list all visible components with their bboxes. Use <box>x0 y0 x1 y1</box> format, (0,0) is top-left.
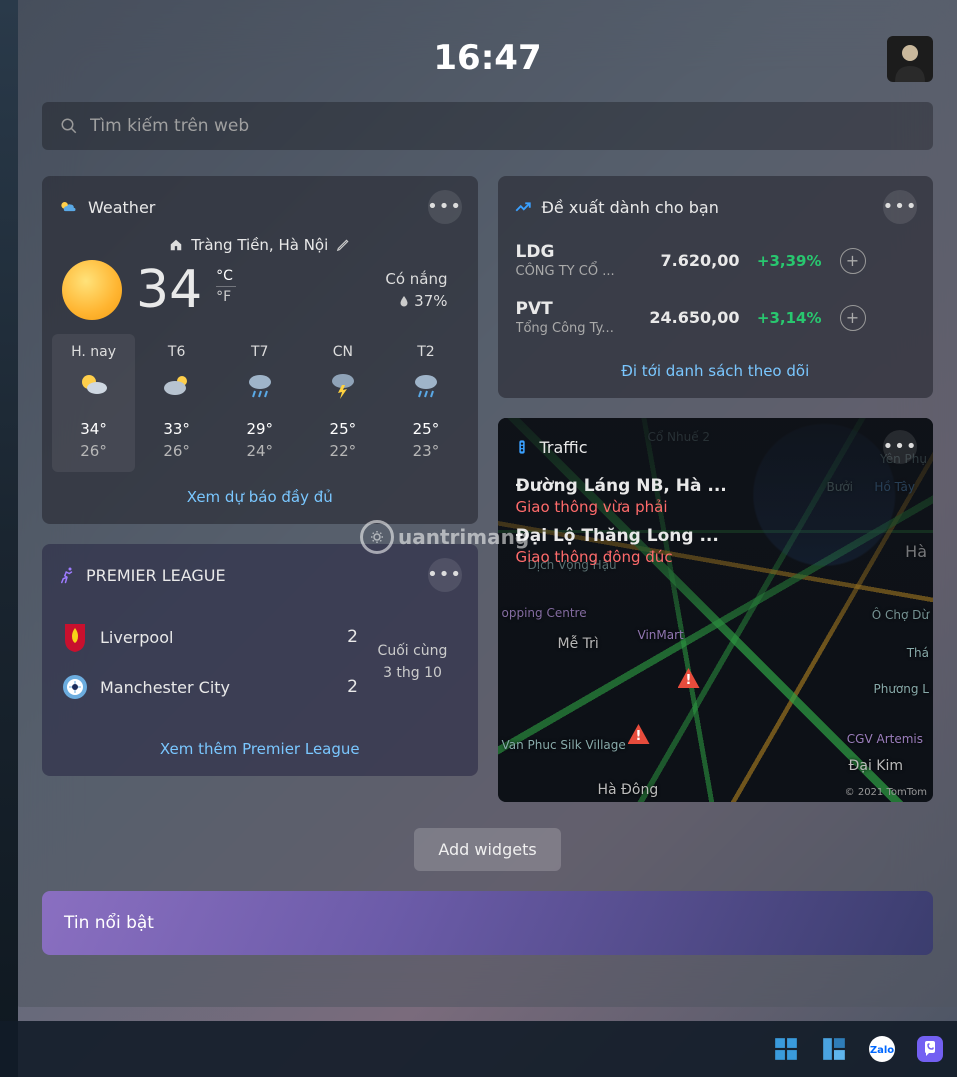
edit-icon[interactable] <box>336 238 350 252</box>
add-stock-button[interactable]: + <box>840 305 866 331</box>
humidity-value: 37% <box>414 292 447 310</box>
forecast-label: T2 <box>384 344 467 360</box>
forecast-hi: 29° <box>218 420 301 438</box>
team-crest-icon <box>62 622 88 652</box>
chart-up-icon <box>514 198 532 216</box>
team-row: Liverpool 2 <box>62 612 368 662</box>
weather-location-text: Tràng Tiền, Hà Nội <box>191 236 328 254</box>
clock-time: 16:47 <box>433 38 541 78</box>
forecast-hi: 25° <box>301 420 384 438</box>
team-crest-icon <box>62 672 88 702</box>
stock-change: +3,14% <box>752 309 822 327</box>
route-status: Giao thông vừa phải <box>516 498 916 516</box>
forecast-day[interactable]: T6 33° 26° <box>135 334 218 472</box>
forecast-lo: 26° <box>135 442 218 460</box>
traffic-title: Traffic <box>540 438 874 457</box>
team-name: Manchester City <box>100 678 326 697</box>
stock-symbol: LDG <box>516 242 636 262</box>
forecast-label: CN <box>301 344 384 360</box>
user-avatar[interactable] <box>887 36 933 82</box>
weather-widget[interactable]: Weather ••• Tràng Tiền, Hà Nội 34 <box>42 176 478 524</box>
sports-more-button[interactable]: ••• <box>428 558 462 592</box>
stocks-title: Đề xuất dành cho bạn <box>542 198 874 217</box>
droplet-icon <box>398 294 410 308</box>
forecast-icon <box>384 370 467 400</box>
route-status: Giao thông đông đúc <box>516 548 916 566</box>
running-icon <box>58 566 76 584</box>
match-date: 3 thg 10 <box>368 665 458 681</box>
weather-title: Weather <box>88 198 418 217</box>
stocks-link[interactable]: Đi tới danh sách theo dõi <box>498 346 934 398</box>
forecast-hi: 25° <box>384 420 467 438</box>
search-icon <box>60 117 78 135</box>
news-title: Tin nổi bật <box>64 913 154 933</box>
home-icon <box>169 238 183 252</box>
team-score: 2 <box>338 677 368 697</box>
condition-text: Có nắng <box>385 270 447 288</box>
search-input[interactable] <box>90 116 915 136</box>
taskbar[interactable]: Zalo <box>0 1021 957 1077</box>
stock-change: +3,39% <box>752 252 822 270</box>
forecast-lo: 23° <box>384 442 467 460</box>
team-row: Manchester City 2 <box>62 662 368 712</box>
team-name: Liverpool <box>100 628 326 647</box>
zalo-app-icon[interactable]: Zalo <box>865 1032 899 1066</box>
stocks-more-button[interactable]: ••• <box>883 190 917 224</box>
forecast-icon <box>301 370 384 400</box>
unit-toggle[interactable]: °C °F <box>216 268 236 305</box>
add-widgets-button[interactable]: Add widgets <box>414 828 560 871</box>
weather-forecast-link[interactable]: Xem dự báo đầy đủ <box>42 472 478 524</box>
stocks-widget[interactable]: Đề xuất dành cho bạn ••• LDG CÔNG TY CỔ … <box>498 176 934 398</box>
forecast-lo: 24° <box>218 442 301 460</box>
forecast-icon <box>135 370 218 400</box>
forecast-lo: 22° <box>301 442 384 460</box>
forecast-day[interactable]: H. nay 34° 26° <box>52 334 135 472</box>
stock-company: CÔNG TY CỔ ... <box>516 264 636 279</box>
news-widget[interactable]: Tin nổi bật <box>42 891 933 955</box>
unit-fahrenheit[interactable]: °F <box>216 289 236 305</box>
forecast-label: H. nay <box>52 344 135 360</box>
weather-location[interactable]: Tràng Tiền, Hà Nội <box>42 236 478 254</box>
search-bar[interactable] <box>42 102 933 150</box>
route-name: Đường Láng NB, Hà ... <box>516 476 916 496</box>
sports-widget[interactable]: PREMIER LEAGUE ••• Liverpool 2 Mancheste… <box>42 544 478 776</box>
sports-title: PREMIER LEAGUE <box>86 566 418 585</box>
weather-icon <box>58 197 78 217</box>
add-stock-button[interactable]: + <box>840 248 866 274</box>
stock-price: 7.620,00 <box>648 251 740 270</box>
stock-price: 24.650,00 <box>648 308 740 327</box>
stock-company: Tổng Công Ty... <box>516 321 636 336</box>
traffic-more-button[interactable]: ••• <box>883 430 917 464</box>
start-button[interactable] <box>769 1032 803 1066</box>
traffic-light-icon <box>514 438 530 456</box>
forecast-hi: 34° <box>52 420 135 438</box>
widgets-button[interactable] <box>817 1032 851 1066</box>
sun-icon <box>62 260 122 320</box>
forecast-icon <box>52 370 135 400</box>
team-score: 2 <box>338 627 368 647</box>
stock-row[interactable]: LDG CÔNG TY CỔ ... 7.620,00 +3,39% + <box>498 232 934 289</box>
sports-link[interactable]: Xem thêm Premier League <box>42 724 478 776</box>
forecast-lo: 26° <box>52 442 135 460</box>
svg-text:Zalo: Zalo <box>870 1045 894 1056</box>
current-temp: 34 <box>136 264 202 316</box>
route-name: Đại Lộ Thăng Long ... <box>516 526 916 546</box>
stock-row[interactable]: PVT Tổng Công Ty... 24.650,00 +3,14% + <box>498 289 934 346</box>
forecast-hi: 33° <box>135 420 218 438</box>
viber-app-icon[interactable] <box>913 1032 947 1066</box>
traffic-widget[interactable]: Cổ Nhuế 2 Yên Phụ Bưởi Hồ Tây Dịch Vọng … <box>498 418 934 802</box>
traffic-route[interactable]: Đại Lộ Thăng Long ... Giao thông đông đú… <box>498 522 934 572</box>
stock-symbol: PVT <box>516 299 636 319</box>
forecast-label: T6 <box>135 344 218 360</box>
forecast-icon <box>218 370 301 400</box>
weather-more-button[interactable]: ••• <box>428 190 462 224</box>
forecast-day[interactable]: CN 25° 22° <box>301 334 384 472</box>
unit-celsius[interactable]: °C <box>216 268 236 284</box>
match-status: Cuối cùng <box>368 643 458 659</box>
forecast-label: T7 <box>218 344 301 360</box>
traffic-route[interactable]: Đường Láng NB, Hà ... Giao thông vừa phả… <box>498 472 934 522</box>
forecast-day[interactable]: T2 25° 23° <box>384 334 467 472</box>
forecast-day[interactable]: T7 29° 24° <box>218 334 301 472</box>
